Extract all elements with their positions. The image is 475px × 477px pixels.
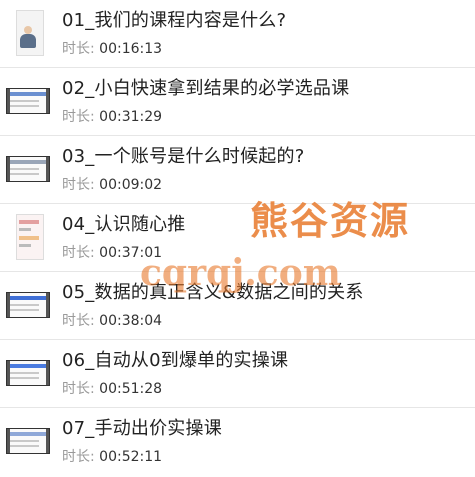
- video-thumbnail: [6, 214, 50, 260]
- duration-value: 00:38:04: [99, 313, 163, 329]
- course-item[interactable]: 07_手动出价实操课 时长: 00:52:11: [0, 408, 475, 476]
- course-title: 06_自动从0到爆单的实操课: [62, 350, 289, 371]
- course-title: 02_小白快速拿到结果的必学选品课: [62, 78, 350, 99]
- duration-label: 时长:: [62, 177, 95, 193]
- course-duration: 时长: 00:52:11: [62, 446, 162, 466]
- video-thumbnail: [6, 282, 50, 326]
- duration-label: 时长:: [62, 41, 95, 57]
- duration-value: 00:16:13: [99, 41, 163, 57]
- course-title: 07_手动出价实操课: [62, 418, 222, 439]
- course-duration: 时长: 00:51:28: [62, 378, 162, 398]
- video-thumbnail: [6, 78, 50, 122]
- course-duration: 时长: 00:09:02: [62, 174, 162, 194]
- course-title: 01_我们的课程内容是什么?: [62, 10, 287, 31]
- course-title: 04_认识随心推: [62, 214, 186, 235]
- duration-label: 时长:: [62, 449, 95, 465]
- course-item[interactable]: 02_小白快速拿到结果的必学选品课 时长: 00:31:29: [0, 68, 475, 136]
- watermark-site: cqrqj.com: [140, 252, 341, 294]
- video-thumbnail: [6, 350, 50, 394]
- course-item[interactable]: 01_我们的课程内容是什么? 时长: 00:16:13: [0, 0, 475, 68]
- duration-label: 时长:: [62, 313, 95, 329]
- course-duration: 时长: 00:31:29: [62, 106, 162, 126]
- course-duration: 时长: 00:38:04: [62, 310, 162, 330]
- course-title: 03_一个账号是什么时候起的?: [62, 146, 305, 167]
- duration-value: 00:51:28: [99, 381, 163, 397]
- video-thumbnail: [6, 10, 50, 56]
- watermark-brand: 熊谷资源: [250, 198, 411, 243]
- course-item[interactable]: 06_自动从0到爆单的实操课 时长: 00:51:28: [0, 340, 475, 408]
- duration-label: 时长:: [62, 109, 95, 125]
- course-duration: 时长: 00:16:13: [62, 38, 162, 58]
- duration-value: 00:52:11: [99, 449, 163, 465]
- duration-value: 00:31:29: [99, 109, 163, 125]
- video-thumbnail: [6, 418, 50, 462]
- duration-label: 时长:: [62, 381, 95, 397]
- duration-value: 00:09:02: [99, 177, 163, 193]
- duration-label: 时长:: [62, 245, 95, 261]
- video-thumbnail: [6, 146, 50, 190]
